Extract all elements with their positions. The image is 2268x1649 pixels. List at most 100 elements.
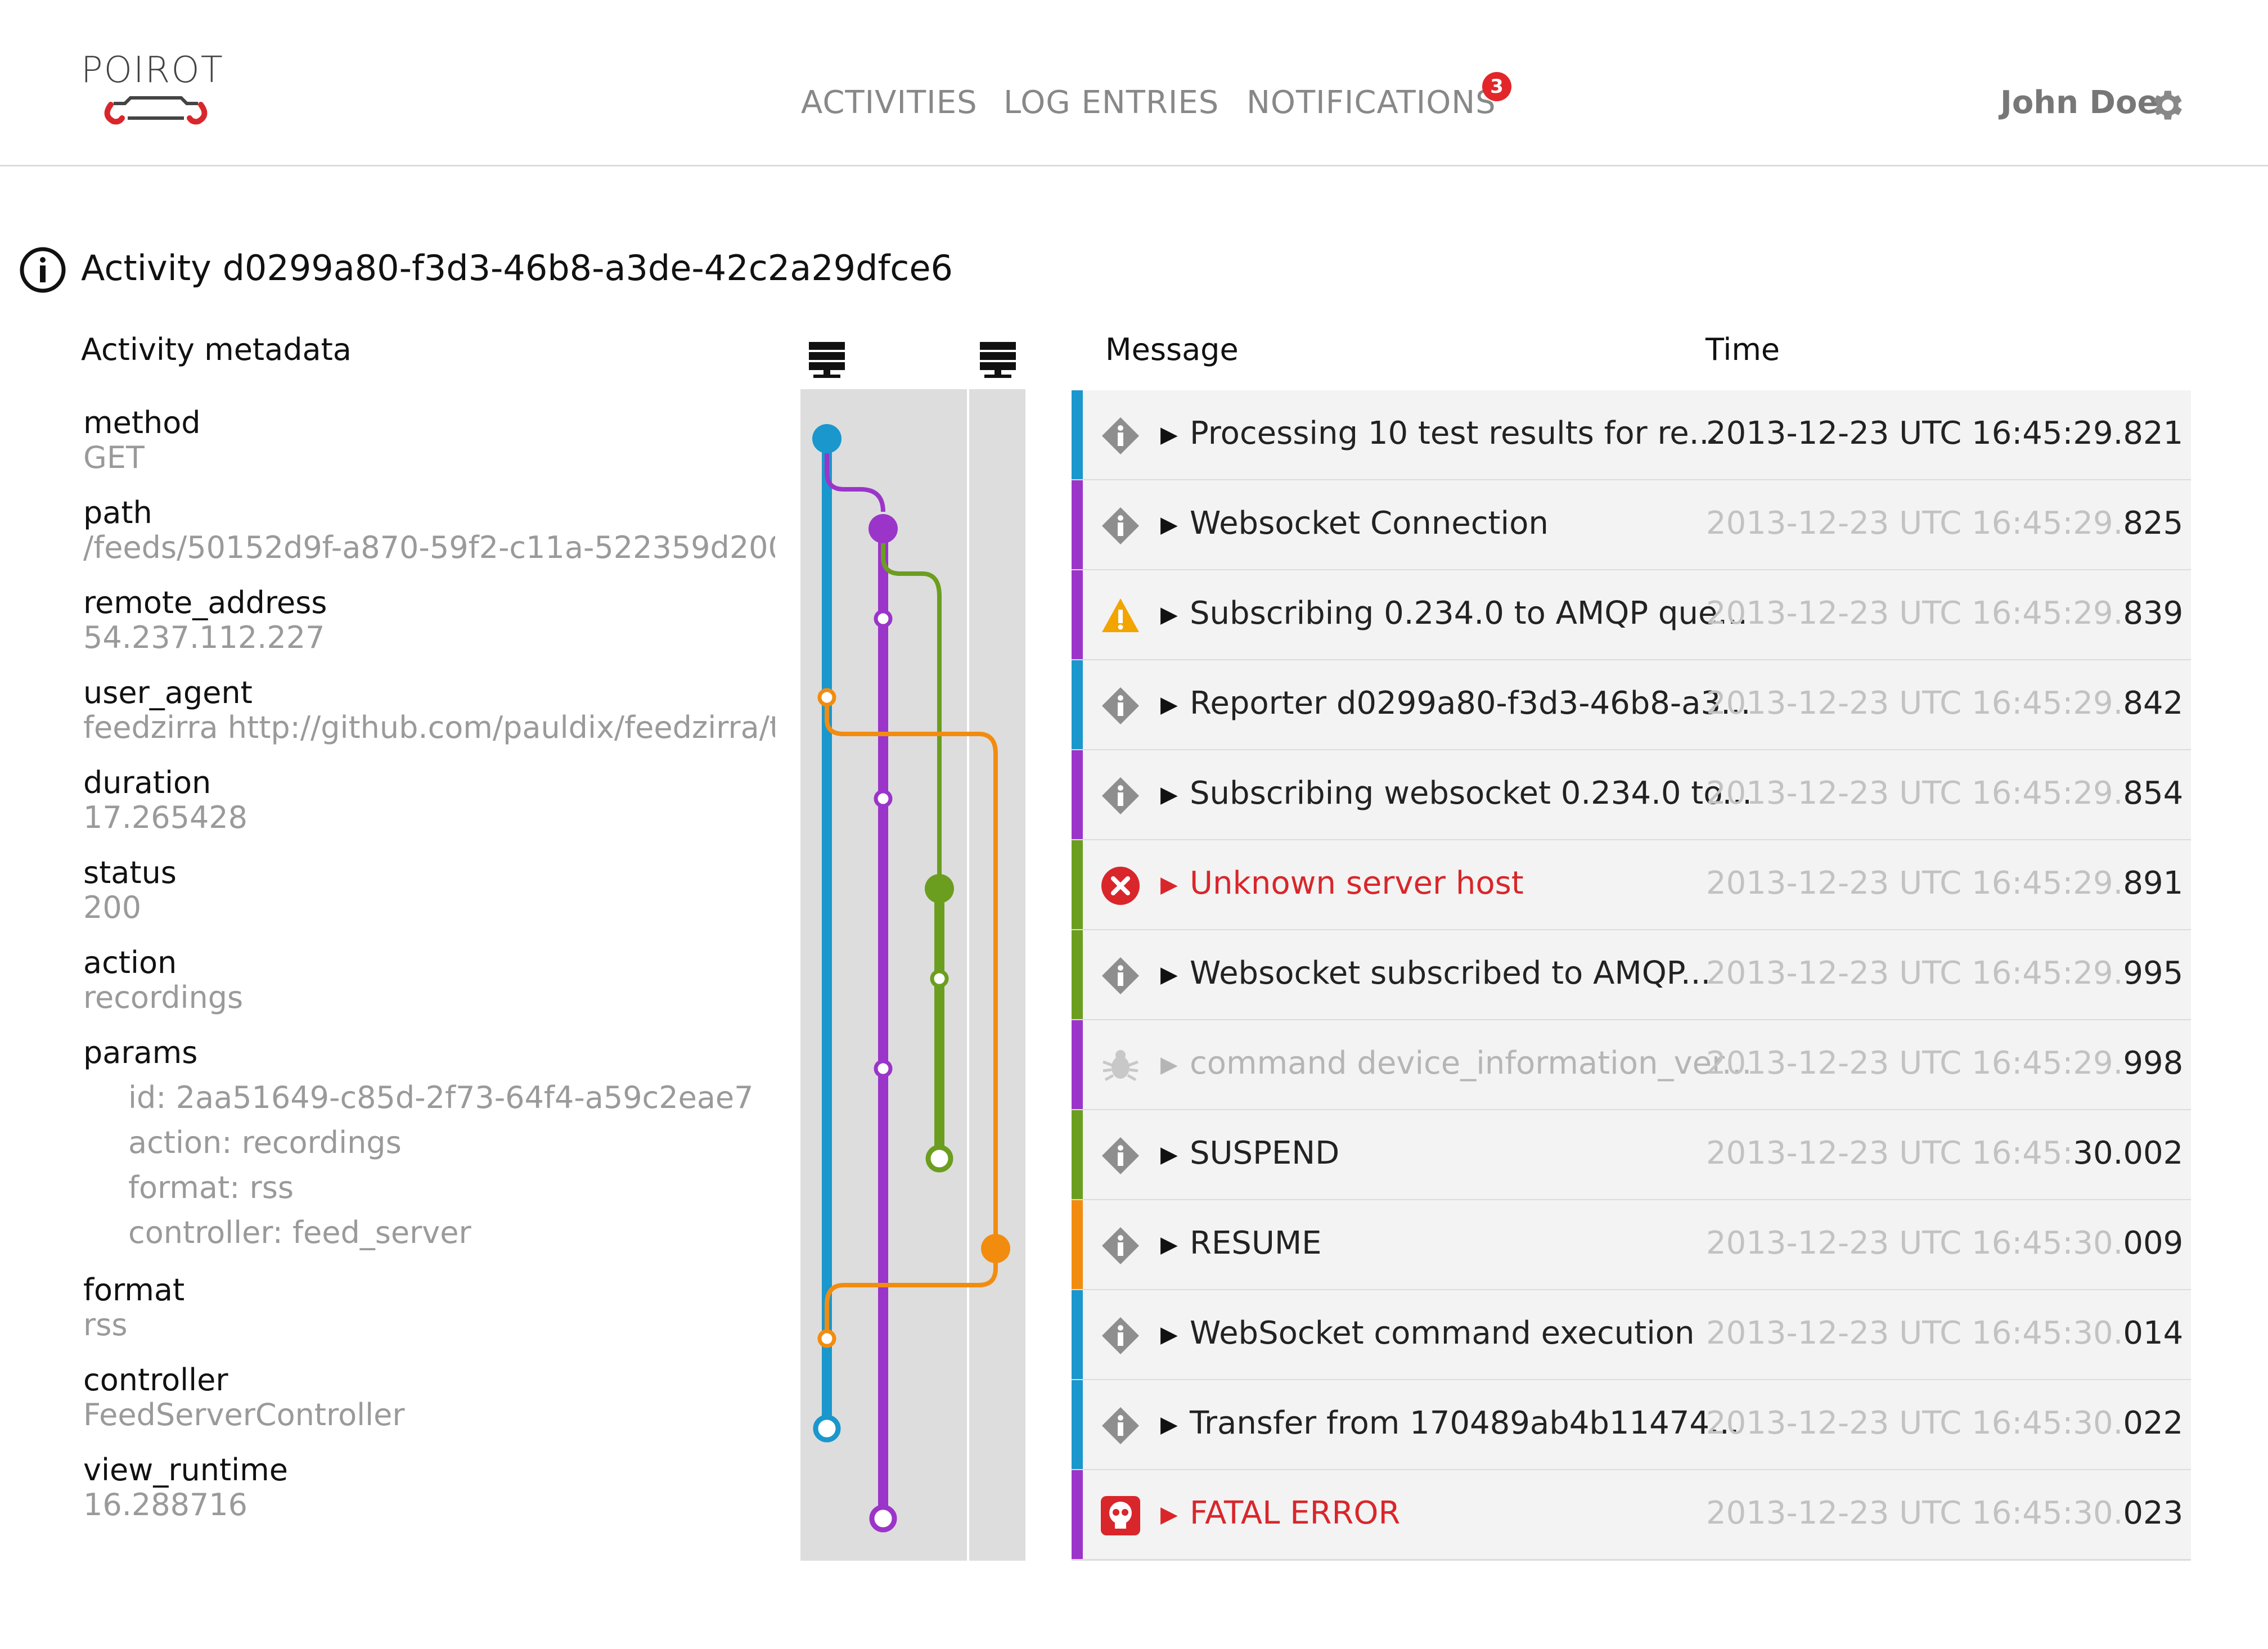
log-time-prefix: 2013-12-23 UTC 16:45:30. [1706, 1225, 2123, 1261]
log-time: 2013-12-23 UTC 16:45:29.842 [1706, 685, 2183, 722]
top-navbar: POIROT ACTIVITIES LOG ENTRIES NOTIFICATI… [0, 0, 2268, 166]
log-message[interactable]: Subscribing 0.234.0 to AMQP que... [1190, 595, 1748, 632]
graph-node[interactable] [925, 1145, 953, 1173]
server-icon[interactable] [809, 342, 845, 378]
meta-value-remote-address: 54.237.112.227 [83, 620, 325, 655]
log-row[interactable]: ▶ Processing 10 test results for re... 201… [1072, 390, 2191, 481]
notification-count-badge: 3 [1482, 72, 1511, 101]
graph-node[interactable] [813, 1414, 841, 1443]
log-time: 2013-12-23 UTC 16:45:30.022 [1706, 1405, 2183, 1441]
expand-arrow-icon[interactable]: ▶ [1160, 962, 1178, 988]
expand-arrow-icon[interactable]: ▶ [1160, 602, 1178, 628]
thread-color-bar [1072, 1380, 1083, 1469]
log-message[interactable]: WebSocket command execution [1190, 1315, 1695, 1351]
log-time: 2013-12-23 UTC 16:45:29.998 [1706, 1045, 2183, 1082]
log-time-suffix: 023 [2123, 1495, 2184, 1531]
log-row[interactable]: ▶ WebSocket command execution 2013-12-23 U… [1072, 1290, 2191, 1381]
log-time-prefix: 2013-12-23 UTC 16:45:30. [1706, 1405, 2123, 1441]
log-message[interactable]: Processing 10 test results for re... [1190, 415, 1719, 452]
log-message[interactable]: Transfer from 170489ab4b11474... [1190, 1405, 1739, 1441]
meta-key-controller: controller [83, 1362, 228, 1398]
meta-key-duration: duration [83, 765, 212, 800]
info-icon [1100, 1405, 1141, 1447]
graph-node[interactable] [812, 424, 842, 453]
meta-value-action: recordings [83, 980, 244, 1015]
log-time-prefix: 2013-12-23 UTC 16:45:29. [1706, 955, 2123, 992]
nav-activities[interactable]: ACTIVITIES [801, 84, 978, 121]
expand-arrow-icon[interactable]: ▶ [1160, 422, 1178, 448]
expand-arrow-icon[interactable]: ▶ [1160, 1502, 1178, 1528]
info-icon [1100, 685, 1141, 727]
thread-color-bar [1072, 750, 1083, 839]
param-item: action: recordings [128, 1125, 402, 1160]
column-header-time[interactable]: Time [1706, 332, 1780, 367]
log-message[interactable]: FATAL ERROR [1190, 1495, 1400, 1531]
log-row[interactable]: ▶ RESUME 2013-12-23 UTC 16:45:30.009 [1072, 1200, 2191, 1291]
log-message[interactable]: Unknown server host [1190, 865, 1524, 902]
info-icon [1100, 775, 1141, 817]
graph-node[interactable] [874, 789, 893, 808]
log-row[interactable]: ▶ FATAL ERROR 2013-12-23 UTC 16:45:30.023 [1072, 1470, 2191, 1561]
log-message[interactable]: Reporter d0299a80-f3d3-46b8-a3... [1190, 685, 1750, 722]
log-message[interactable]: Websocket Connection [1190, 505, 1549, 542]
graph-node[interactable] [868, 514, 898, 543]
log-row[interactable]: ▶ Websocket subscribed to AMQP... 2013-12-… [1072, 930, 2191, 1021]
log-time: 2013-12-23 UTC 16:45:29.821 [1706, 415, 2183, 452]
log-time: 2013-12-23 UTC 16:45:30.009 [1706, 1225, 2183, 1261]
info-circle-icon [20, 247, 66, 293]
graph-node[interactable] [874, 1059, 893, 1078]
expand-arrow-icon[interactable]: ▶ [1160, 1142, 1178, 1168]
expand-arrow-icon[interactable]: ▶ [1160, 872, 1178, 898]
meta-value-controller: FeedServerController [83, 1397, 405, 1432]
log-row[interactable]: ▶ Websocket Connection 2013-12-23 UTC 16:4… [1072, 480, 2191, 571]
meta-key-method: method [83, 405, 201, 440]
graph-node[interactable] [925, 874, 954, 903]
expand-arrow-icon[interactable]: ▶ [1160, 1412, 1178, 1438]
log-message[interactable]: command device_information_ver... [1190, 1045, 1752, 1082]
log-row[interactable]: ▶ Reporter d0299a80-f3d3-46b8-a3... 2013-1… [1072, 660, 2191, 751]
meta-key-params: params [83, 1035, 198, 1070]
log-time: 2013-12-23 UTC 16:45:30.023 [1706, 1495, 2183, 1531]
log-row[interactable]: ▶ Subscribing websocket 0.234.0 to... 2013… [1072, 750, 2191, 841]
graph-node[interactable] [981, 1234, 1010, 1263]
thread-color-bar [1072, 570, 1083, 659]
graph-node[interactable] [869, 1504, 897, 1533]
info-icon [1100, 505, 1141, 547]
log-row[interactable]: ▶ SUSPEND 2013-12-23 UTC 16:45:30.002 [1072, 1110, 2191, 1201]
meta-key-user-agent: user_agent [83, 675, 253, 710]
expand-arrow-icon[interactable]: ▶ [1160, 512, 1178, 538]
graph-node[interactable] [874, 609, 893, 628]
meta-value-path: /feeds/50152d9f-a870-59f2-c11a-522359d20… [83, 530, 775, 565]
expand-arrow-icon[interactable]: ▶ [1160, 1232, 1178, 1258]
nav-notifications[interactable]: NOTIFICATIONS [1246, 84, 1496, 121]
column-header-message[interactable]: Message [1105, 332, 1239, 367]
info-icon [1100, 955, 1141, 997]
thread-color-bar [1072, 1290, 1083, 1379]
log-row[interactable]: ▶ Unknown server host 2013-12-23 UTC 16:45… [1072, 840, 2191, 931]
log-row[interactable]: ▶ Subscribing 0.234.0 to AMQP que... 2013-… [1072, 570, 2191, 661]
expand-arrow-icon[interactable]: ▶ [1160, 692, 1178, 718]
log-time: 2013-12-23 UTC 16:45:29.825 [1706, 505, 2183, 542]
meta-key-remote-address: remote_address [83, 585, 327, 620]
poirot-logo[interactable]: POIROT [81, 49, 233, 134]
graph-node[interactable] [817, 688, 836, 707]
expand-arrow-icon[interactable]: ▶ [1160, 782, 1178, 808]
log-row[interactable]: ▶ command device_information_ver... 2013-1… [1072, 1020, 2191, 1111]
graph-node[interactable] [817, 1329, 836, 1348]
user-name[interactable]: John Doe [2000, 84, 2158, 121]
graph-node[interactable] [930, 969, 949, 988]
log-time-suffix: 009 [2123, 1225, 2184, 1261]
log-message[interactable]: Websocket subscribed to AMQP... [1190, 955, 1711, 992]
log-time: 2013-12-23 UTC 16:45:29.995 [1706, 955, 2183, 992]
nav-log-entries[interactable]: LOG ENTRIES [1004, 84, 1219, 121]
log-row[interactable]: ▶ Transfer from 170489ab4b11474... 2013-12… [1072, 1380, 2191, 1471]
expand-arrow-icon[interactable]: ▶ [1160, 1322, 1178, 1348]
gear-icon[interactable] [2146, 85, 2186, 125]
server-icon[interactable] [980, 342, 1016, 378]
param-item: format: rss [128, 1170, 294, 1205]
log-message[interactable]: RESUME [1190, 1225, 1322, 1261]
log-message[interactable]: Subscribing websocket 0.234.0 to... [1190, 775, 1752, 812]
param-item: id: 2aa51649-c85d-2f73-64f4-a59c2eae7 [128, 1080, 754, 1115]
expand-arrow-icon[interactable]: ▶ [1160, 1052, 1178, 1078]
log-message[interactable]: SUSPEND [1190, 1135, 1339, 1172]
